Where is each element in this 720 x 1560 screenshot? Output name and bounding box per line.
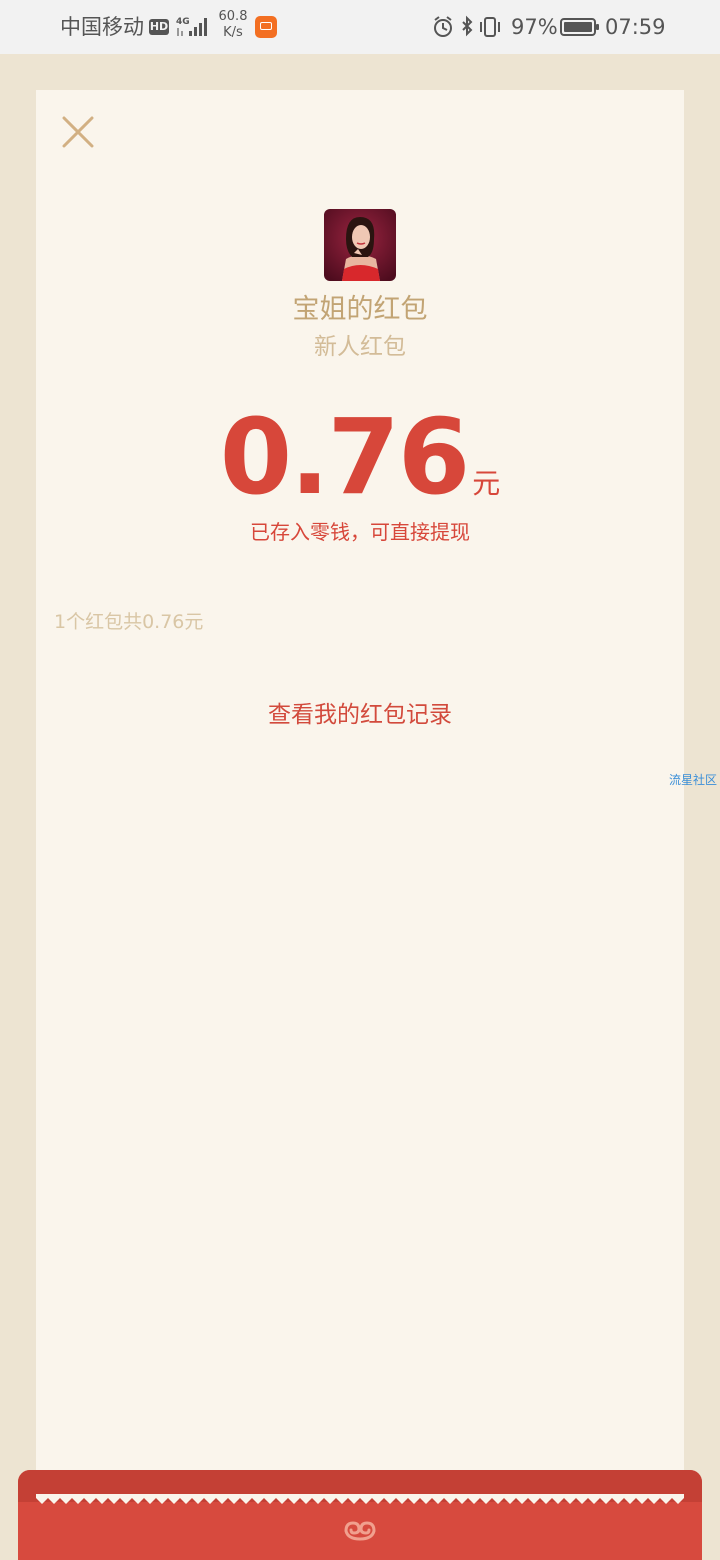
card-zigzag-edge [36,1494,684,1504]
red-packet-card: 宝姐的红包 新人红包 0.76 元 已存入零钱，可直接提现 1个红包共0.76元 … [36,90,684,1502]
bluetooth-icon [462,15,473,37]
stored-to-balance-note: 已存入零钱，可直接提现 [250,520,470,544]
battery-percent: 97% [511,15,558,39]
packet-summary: 1个红包共0.76元 [54,611,204,633]
cloud-emblem-icon [344,1521,376,1541]
vibrate-icon [480,17,500,37]
packet-description: 新人红包 [314,334,406,360]
avatar [324,209,396,281]
signal-icon: 4G [176,17,207,36]
view-records-link[interactable]: 查看我的红包记录 [36,697,684,733]
amount-row: 0.76 元 [36,402,684,512]
bottom-band [18,1470,702,1560]
mi-app-icon [255,16,277,38]
status-icons [434,15,500,37]
battery-icon [560,18,599,36]
status-time: 07:59 [605,15,666,39]
hd-icon: HD [149,19,169,35]
watermark-text: 流星社区 [669,773,718,787]
sender-title: 宝姐的红包 [292,294,428,325]
network-speed-value: 60.8 [218,9,248,24]
network-speed: 60.8 K/s [214,9,252,41]
status-bar: 中国移动 HD 4G 60.8 K/s 97% 07:59 [0,0,720,54]
close-icon[interactable] [58,112,98,152]
amount-unit: 元 [472,467,501,500]
carrier-name: 中国移动 [60,15,144,39]
amount-value: 0.76 [219,396,471,518]
network-type-label: 4G [176,17,190,27]
alarm-icon [434,16,452,37]
network-speed-unit: K/s [223,25,243,40]
